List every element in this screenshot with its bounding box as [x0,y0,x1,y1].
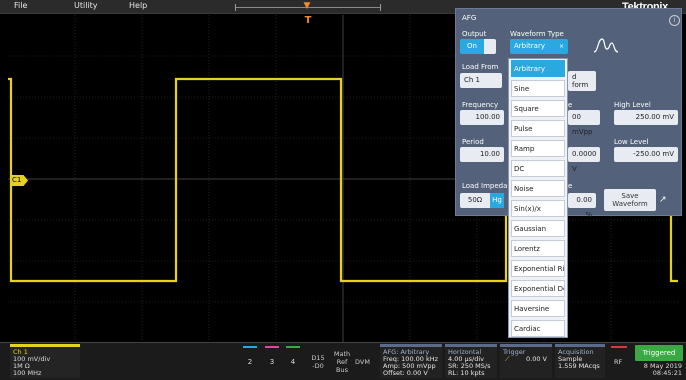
timeline-trigger-icon: ▼ [303,1,311,11]
afg-panel-title: AFG [462,14,477,22]
arbitrary-waveform-icon [593,38,619,53]
period-label: Period [462,138,484,146]
digital-button[interactable]: D15 -D0 [309,354,327,370]
impedance-50-option[interactable]: 50Ω [460,193,490,208]
rising-edge-icon: ⟋ [505,355,510,363]
date-time: 8 May 2019 08:45:21 [636,363,682,377]
save-waveform-button[interactable]: Save Waveform [604,189,656,211]
trigger-status[interactable]: Triggered [635,345,683,361]
frequency-field[interactable]: 100.00 [460,110,504,125]
trigger-level: 0.00 V [526,355,547,363]
impedance-high-option[interactable]: Hg [490,193,504,208]
offset-field[interactable]: 0.0000 V [568,147,600,173]
ch2-button[interactable]: 2 [243,350,257,374]
waveform-option-cardiac[interactable]: Cardiac [511,320,565,337]
high-level-label: High Level [614,101,651,109]
waveform-option-noise[interactable]: Noise [511,180,565,197]
afg-badge-offset: Offset: 0.00 V [383,369,428,377]
waveform-option-gaussian[interactable]: Gaussian [511,220,565,237]
symmetry-field[interactable]: 0.00 % [568,193,596,219]
load-from-select[interactable]: Ch 1 [460,73,502,88]
horizontal-record-length: RL: 10 kpts [448,369,485,377]
trigger-badge[interactable]: Trigger ⟋ 0.00 V [500,344,552,378]
ch4-color-bar [286,346,300,348]
symmetry-label-tail: e [568,182,573,190]
horizontal-badge[interactable]: Horizontal 4.00 µs/div SR: 250 MS/s RL: … [445,344,497,378]
low-level-label: Low Level [614,138,649,146]
output-on-toggle[interactable]: On [460,39,484,54]
menu-help[interactable]: Help [129,1,147,10]
timeline-end-tick [380,4,381,11]
amplitude-label-tail: e [568,101,573,109]
waveform-option-sinc[interactable]: Sin(x)/x [511,200,565,217]
chevron-down-icon: × [558,43,564,50]
output-off-toggle[interactable] [484,39,496,54]
external-link-icon: ↗ [659,195,667,205]
rf-button[interactable]: RF [614,358,622,366]
high-level-field[interactable]: 250.00 mV [614,110,678,125]
waveform-option-exp-rise[interactable]: Exponential Rise [511,260,565,277]
dvm-button[interactable]: DVM [355,358,370,366]
waveform-option-exp-decay[interactable]: Exponential Deca [511,280,565,297]
timeline-start-tick [235,4,236,11]
waveform-type-label: Waveform Type [510,30,564,38]
trigger-position-icon[interactable]: T [303,15,313,27]
waveform-type-select[interactable]: Arbitrary × [510,39,568,54]
waveform-option-lorentz[interactable]: Lorentz [511,240,565,257]
ch4-button[interactable]: 4 [286,350,300,374]
ch2-color-bar [243,346,257,348]
waveform-option-dc[interactable]: DC [511,160,565,177]
ch1-bandwidth: 100 MHz [13,369,42,377]
afg-badge[interactable]: AFG: Arbitrary Freq: 100.00 kHz Amp: 500… [380,344,442,378]
waveform-option-pulse[interactable]: Pulse [511,120,565,137]
afg-config-panel: AFG Output On Waveform Type Arbitrary × L… [455,8,682,219]
ch3-button[interactable]: 3 [265,350,279,374]
load-waveform-button[interactable]: d form [568,71,596,91]
waveform-option-haversine[interactable]: Haversine [511,300,565,317]
frequency-label: Frequency [462,101,499,109]
menu-file[interactable]: File [14,1,27,10]
load-from-label: Load From [462,63,499,71]
amplitude-field[interactable]: 00 mVpp [568,110,600,136]
menu-utility[interactable]: Utility [74,1,98,10]
acquisition-badge[interactable]: Acquisition Sample 1.559 MAcqs [555,344,605,378]
waveform-type-dropdown: Arbitrary Sine Square Pulse Ramp DC Nois… [508,58,568,338]
waveform-option-ramp[interactable]: Ramp [511,140,565,157]
ch3-color-bar [265,346,279,348]
acquisition-count: 1.559 MAcqs [558,362,600,370]
math-ref-bus-button[interactable]: Math Ref Bus [333,350,351,374]
waveform-option-arbitrary[interactable]: Arbitrary [511,60,565,77]
waveform-option-square[interactable]: Square [511,100,565,117]
time-text: 08:45:21 [652,369,682,377]
waveform-option-sine[interactable]: Sine [511,80,565,97]
rf-color-bar [611,346,627,348]
help-icon[interactable]: i [669,15,680,26]
period-field[interactable]: 10.00 [460,147,504,162]
low-level-field[interactable]: -250.00 mV [614,147,678,162]
output-label: Output [462,30,487,38]
ch1-badge[interactable]: Ch 1 100 mV/div 1M Ω 100 MHz [10,344,80,378]
